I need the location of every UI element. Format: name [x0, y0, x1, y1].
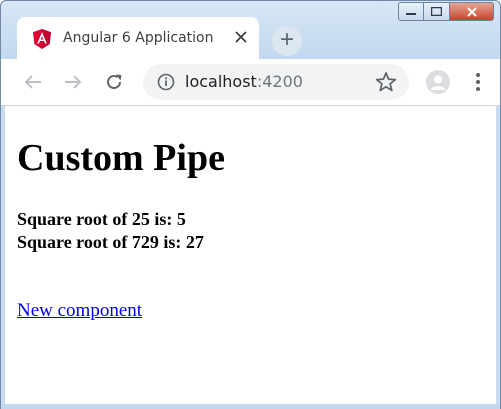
page-heading: Custom Pipe — [17, 137, 225, 179]
close-icon — [466, 6, 477, 17]
result-line-2: Square root of 729 is: 27 — [17, 232, 204, 252]
window-controls — [398, 2, 494, 23]
browser-toolbar: localhost:4200 — [1, 59, 500, 106]
maximize-icon — [431, 7, 442, 16]
bookmark-star-icon[interactable] — [375, 71, 397, 93]
info-icon[interactable] — [157, 73, 175, 91]
back-button[interactable] — [21, 70, 45, 94]
maximize-button[interactable] — [424, 2, 450, 21]
back-arrow-icon — [24, 75, 41, 89]
url-host: localhost — [185, 72, 257, 91]
close-icon — [235, 31, 247, 43]
tab-title: Angular 6 Application — [63, 30, 214, 46]
url-text[interactable]: localhost:4200 — [185, 72, 303, 91]
browser-tab[interactable]: Angular 6 Application — [17, 17, 259, 59]
title-bar: Angular 6 Application + — [1, 1, 500, 59]
profile-avatar[interactable] — [426, 70, 450, 94]
new-component-link[interactable]: New component — [17, 300, 142, 322]
angular-icon — [33, 29, 51, 49]
address-bar[interactable]: localhost:4200 — [143, 64, 409, 100]
forward-arrow-icon — [65, 75, 82, 89]
window-close-button[interactable] — [450, 2, 494, 21]
reload-button[interactable] — [102, 70, 126, 94]
forward-button[interactable] — [61, 70, 85, 94]
page-content: Custom Pipe Square root of 25 is: 5 Squa… — [5, 106, 496, 404]
new-tab-button[interactable]: + — [272, 26, 302, 56]
result-line-1: Square root of 25 is: 5 — [17, 209, 186, 229]
minimize-icon — [406, 12, 416, 15]
profile-icon — [430, 75, 446, 90]
minimize-button[interactable] — [398, 2, 424, 21]
url-port: :4200 — [256, 72, 303, 91]
browser-window: Angular 6 Application + localhost:4200 C… — [0, 0, 501, 409]
kebab-menu-icon[interactable] — [470, 70, 486, 94]
tab-close-button[interactable] — [231, 27, 251, 47]
window-bottom-frame — [1, 404, 500, 409]
plus-icon: + — [279, 26, 294, 53]
reload-icon — [107, 74, 122, 89]
